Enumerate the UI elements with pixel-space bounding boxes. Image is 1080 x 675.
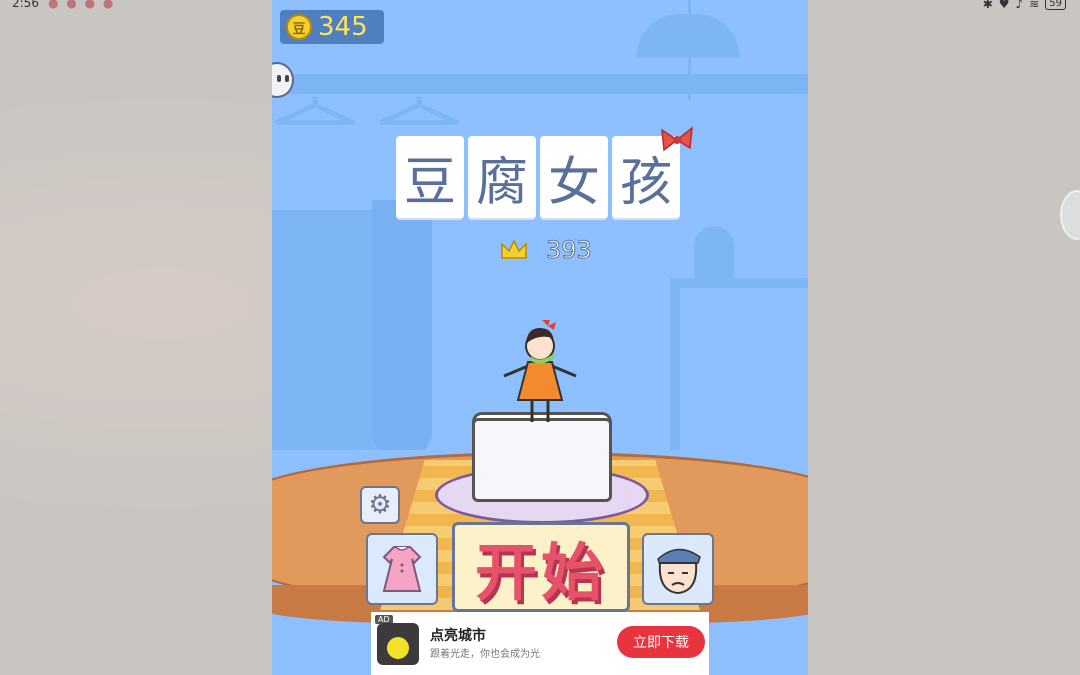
hanger-icon (274, 97, 356, 125)
coin-count: 345 (318, 12, 368, 42)
tofu-girl-character (503, 320, 577, 422)
smiley-icon (387, 637, 409, 659)
signal-icon: ✱ (982, 0, 993, 11)
shelf-ornament (694, 226, 734, 286)
hanger-icon (378, 97, 460, 125)
robot-eye (285, 75, 289, 82)
bookshelf (670, 278, 808, 468)
ad-download-button[interactable]: 立即下载 (617, 626, 705, 658)
ceiling-lamp (636, 14, 740, 58)
tofu-block (472, 418, 612, 502)
best-score-value: 393 (546, 236, 593, 265)
title-tile: 女 (540, 136, 608, 218)
status-right: ✱ ♥ ♪ ≋ 59 (983, 0, 1066, 11)
wifi-icon: ≋ (1029, 0, 1040, 11)
battery-indicator: 59 (1045, 0, 1066, 10)
bow-icon (661, 126, 693, 152)
mute-icon: ♪ (1015, 0, 1024, 11)
best-score: 393 (500, 236, 593, 265)
title-tile: 腐 (468, 136, 536, 218)
game-screen: 豆 345 豆 腐 女 孩 393 ⚙ 开始 AD 点亮城市 跟着光走，你也会成… (272, 0, 808, 675)
ad-banner[interactable]: AD 点亮城市 跟着光走，你也会成为光 立即下载 (371, 612, 709, 675)
game-title: 豆 腐 女 孩 (396, 136, 680, 218)
room-curtain (372, 200, 432, 460)
robot-eye (277, 75, 281, 82)
room-shelf-line (272, 74, 808, 94)
title-tile: 豆 (396, 136, 464, 218)
start-button[interactable]: 开始 (452, 522, 630, 612)
ad-app-icon[interactable] (377, 623, 419, 665)
start-label: 开始 (474, 536, 607, 609)
settings-button[interactable]: ⚙ (360, 486, 400, 524)
coin-counter: 豆 345 (280, 10, 384, 44)
status-time: 2:56 (12, 0, 39, 10)
coin-icon: 豆 (286, 14, 312, 40)
wardrobe-button[interactable] (366, 533, 438, 605)
dress-icon (382, 546, 422, 592)
gear-icon: ⚙ (368, 490, 392, 520)
crown-icon (501, 239, 527, 259)
location-icon: ♥ (998, 0, 1010, 11)
boss-face-icon (657, 548, 701, 595)
ad-subtitle: 跟着光走，你也会成为光 (430, 649, 540, 660)
boss-button[interactable] (642, 533, 714, 605)
ad-title: 点亮城市 (430, 628, 486, 644)
notification-icons: ● ● ● ● (48, 0, 116, 10)
